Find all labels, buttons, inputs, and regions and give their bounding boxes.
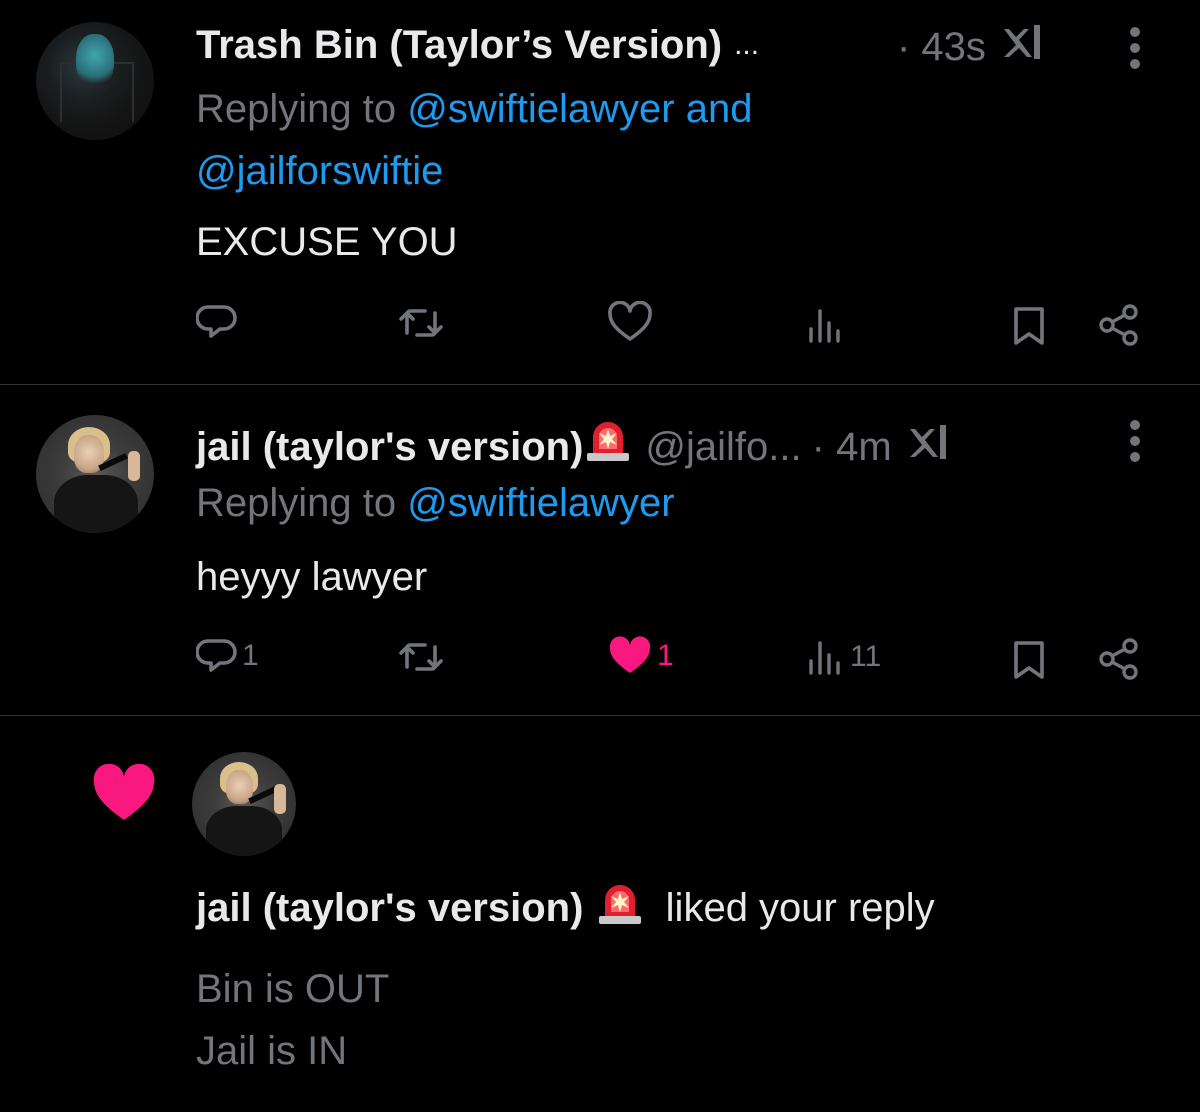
timestamp[interactable]: · 43s — [897, 23, 986, 71]
police-light-emoji — [597, 882, 643, 939]
share-button[interactable] — [1097, 637, 1141, 681]
reply-icon — [196, 305, 237, 338]
tweet-actions — [0, 301, 1200, 351]
tweet-text: heyyy lawyer — [196, 555, 428, 599]
views-icon — [809, 309, 840, 343]
heart-icon — [608, 301, 652, 341]
notifications-timeline: Trash Bin (Taylor’s Version) ... · 43s R… — [0, 0, 1200, 1112]
handle[interactable]: @jailfo... — [645, 423, 801, 471]
grok-icon[interactable] — [906, 421, 952, 472]
mention-link[interactable]: @jailforswiftie — [196, 149, 443, 193]
share-icon — [1099, 638, 1138, 680]
retweet-button[interactable] — [398, 303, 448, 343]
retweet-icon — [399, 643, 443, 671]
like-count: 1 — [657, 639, 674, 672]
reply-button[interactable]: 1 — [196, 635, 259, 677]
views-button[interactable] — [806, 307, 850, 343]
bookmark-button[interactable] — [1012, 639, 1046, 681]
display-name[interactable]: jail (taylor's version) — [196, 886, 583, 930]
views-button[interactable]: 11 — [806, 639, 881, 675]
heart-icon — [93, 764, 155, 820]
divider — [0, 715, 1200, 716]
replying-to: Replying to @swiftielawyer — [196, 472, 675, 534]
tweet-meta: · 43s — [897, 21, 1046, 72]
display-name[interactable]: jail (taylor's version) — [196, 423, 583, 471]
heart-icon — [609, 636, 651, 673]
display-name[interactable]: Trash Bin (Taylor’s Version) — [196, 21, 722, 69]
mention-link[interactable]: @swiftielawyer — [407, 87, 674, 131]
replying-to: Replying to @swiftielawyer and @jailfors… — [196, 78, 752, 202]
bookmark-icon — [1014, 641, 1044, 679]
reply-tweet-2[interactable]: jail (taylor's version) @jailfo... · 4m — [0, 385, 1200, 715]
snippet-line: Jail is IN — [196, 1029, 348, 1073]
mention-joiner: and — [685, 87, 753, 131]
avatar[interactable] — [36, 415, 154, 533]
views-icon — [809, 641, 840, 675]
tweet-actions: 1 1 11 — [0, 635, 1200, 685]
share-button[interactable] — [1097, 303, 1141, 347]
timestamp[interactable]: · 4m — [812, 423, 892, 471]
tweet-text: EXCUSE YOU — [196, 220, 458, 264]
reply-tweet-1[interactable]: Trash Bin (Taylor’s Version) ... · 43s R… — [0, 0, 1200, 384]
like-button[interactable]: 1 — [607, 635, 674, 677]
replying-prefix: Replying to — [196, 87, 397, 131]
bookmark-button[interactable] — [1012, 305, 1046, 347]
like-button[interactable] — [607, 301, 657, 343]
grok-icon[interactable] — [1000, 21, 1046, 72]
notification-text: jail (taylor's version) liked your reply — [196, 882, 935, 939]
tweet-header: jail (taylor's version) @jailfo... · 4m — [196, 419, 952, 474]
reply-icon — [196, 639, 237, 672]
bookmark-icon — [1014, 307, 1044, 345]
share-icon — [1099, 304, 1138, 346]
replying-prefix: Replying to — [196, 481, 397, 525]
snippet-line: Bin is OUT — [196, 967, 390, 1011]
liked-reply-snippet[interactable]: Bin is OUT Jail is IN — [196, 958, 389, 1082]
tweet-header: Trash Bin (Taylor’s Version) ... — [196, 21, 759, 69]
view-count: 11 — [850, 640, 882, 673]
avatar[interactable] — [36, 22, 154, 140]
police-light-emoji — [585, 419, 631, 474]
reply-button[interactable] — [196, 301, 242, 343]
retweet-button[interactable] — [398, 637, 448, 677]
more-options-icon[interactable] — [1129, 26, 1141, 70]
reply-count: 1 — [242, 639, 259, 672]
notification-action: liked your reply — [665, 886, 935, 931]
more-options-icon[interactable] — [1129, 419, 1141, 463]
name-truncation: ... — [734, 28, 760, 61]
avatar[interactable] — [192, 752, 296, 856]
retweet-icon — [399, 309, 443, 337]
mention-link[interactable]: @swiftielawyer — [407, 481, 674, 525]
